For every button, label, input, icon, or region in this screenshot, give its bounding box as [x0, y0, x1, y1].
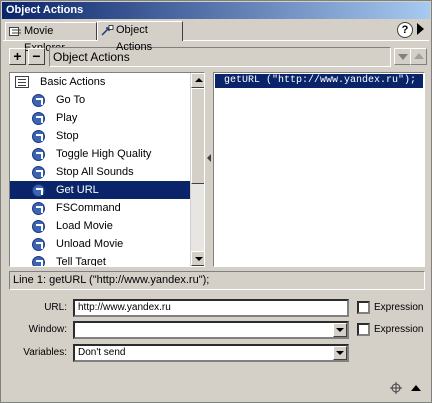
panel-title: Object Actions	[2, 2, 430, 19]
list-item-label: Stop	[56, 130, 79, 142]
actions-list-scrollbar[interactable]	[190, 73, 204, 266]
window-expression-checkbox[interactable]	[357, 323, 370, 336]
scroll-down-button[interactable]	[191, 251, 204, 266]
list-item[interactable]: Tell Target	[10, 253, 190, 267]
list-item-label: Unload Movie	[56, 238, 124, 250]
list-item-label: Get URL	[56, 184, 99, 196]
target-crosshair-icon[interactable]	[389, 381, 403, 395]
url-input[interactable]: http://www.yandex.ru	[73, 299, 349, 317]
add-action-button[interactable]: +	[9, 48, 26, 65]
variables-label: Variables:	[23, 347, 67, 358]
url-expression-checkbox[interactable]	[357, 301, 370, 314]
list-header-label: Basic Actions	[40, 76, 106, 88]
list-item-selected[interactable]: Get URL	[10, 181, 190, 199]
action-arrow-icon	[32, 238, 45, 251]
actions-toolbox: Basic Actions Go To Play Stop Toggle Hig…	[9, 72, 205, 267]
action-arrow-icon	[32, 184, 45, 197]
object-title-field: Object Actions	[49, 47, 391, 67]
list-item[interactable]: Load Movie	[10, 217, 190, 235]
actions-list: Basic Actions Go To Play Stop Toggle Hig…	[10, 73, 190, 267]
action-arrow-icon	[32, 148, 45, 161]
tab-movie-explorer[interactable]: Movie Explorer	[5, 22, 97, 54]
window-select[interactable]	[73, 321, 349, 339]
list-item[interactable]: Toggle High Quality	[10, 145, 190, 163]
panel-menu-arrow-icon[interactable]	[417, 23, 424, 35]
movie-explorer-icon	[9, 27, 21, 36]
url-expression-label: Expression	[374, 302, 424, 313]
action-arrow-icon	[32, 130, 45, 143]
list-header-basic-actions[interactable]: Basic Actions	[10, 73, 190, 91]
arrow-up-icon	[195, 78, 203, 82]
action-arrow-icon	[32, 166, 45, 179]
url-label: URL:	[44, 302, 67, 313]
list-item[interactable]: Play	[10, 109, 190, 127]
scroll-up-button[interactable]	[191, 73, 204, 88]
list-item[interactable]: Go To	[10, 91, 190, 109]
help-button[interactable]: ?	[397, 22, 413, 38]
list-item[interactable]: Unload Movie	[10, 235, 190, 253]
status-line: Line 1: getURL ("http://www.yandex.ru");	[9, 271, 425, 290]
book-icon	[15, 76, 29, 88]
variables-select-value: Don't send	[78, 347, 126, 358]
tab-label: Object Actions	[116, 24, 153, 53]
tab-strip: Movie Explorer Object Actions ?	[3, 20, 429, 54]
collapse-up-icon[interactable]	[409, 381, 423, 395]
list-item[interactable]: Stop	[10, 127, 190, 145]
pane-collapse-arrow-icon[interactable]	[206, 151, 212, 165]
list-item[interactable]: Stop All Sounds	[10, 163, 190, 181]
action-arrow-icon	[32, 202, 45, 215]
variables-select[interactable]: Don't send	[73, 344, 349, 362]
window-expression-label: Expression	[374, 324, 424, 335]
tab-object-actions[interactable]: Object Actions	[97, 21, 183, 53]
list-item-label: Stop All Sounds	[56, 166, 134, 178]
object-actions-panel: Object Actions Movie Explorer Object Act…	[0, 0, 432, 403]
move-down-button[interactable]	[394, 48, 411, 65]
script-pane[interactable]: getURL ("http://www.yandex.ru");	[213, 72, 425, 267]
list-item-label: Load Movie	[56, 220, 113, 232]
chevron-down-icon[interactable]	[333, 323, 347, 337]
list-item-label: Toggle High Quality	[56, 148, 152, 160]
list-item-label: Tell Target	[56, 256, 106, 267]
action-arrow-icon	[32, 256, 45, 266]
action-arrow-icon	[32, 94, 45, 107]
arrow-down-icon	[398, 54, 408, 60]
object-actions-icon	[101, 25, 114, 36]
arrow-down-icon	[195, 257, 203, 261]
arrow-up-icon	[414, 53, 424, 59]
list-item-label: Play	[56, 112, 78, 124]
tab-divider	[3, 40, 429, 41]
chevron-down-icon[interactable]	[333, 346, 347, 360]
action-arrow-icon	[32, 220, 45, 233]
list-item[interactable]: FSCommand	[10, 199, 190, 217]
list-item-label: Go To	[56, 94, 86, 106]
list-item-label: FSCommand	[56, 202, 121, 214]
move-up-button[interactable]	[410, 48, 427, 65]
scroll-thumb[interactable]	[191, 88, 204, 184]
actions-toolbar: + − Object Actions	[9, 47, 427, 69]
window-label: Window:	[28, 324, 67, 335]
script-line[interactable]: getURL ("http://www.yandex.ru");	[215, 74, 423, 88]
remove-action-button[interactable]: −	[28, 48, 45, 65]
action-arrow-icon	[32, 112, 45, 125]
